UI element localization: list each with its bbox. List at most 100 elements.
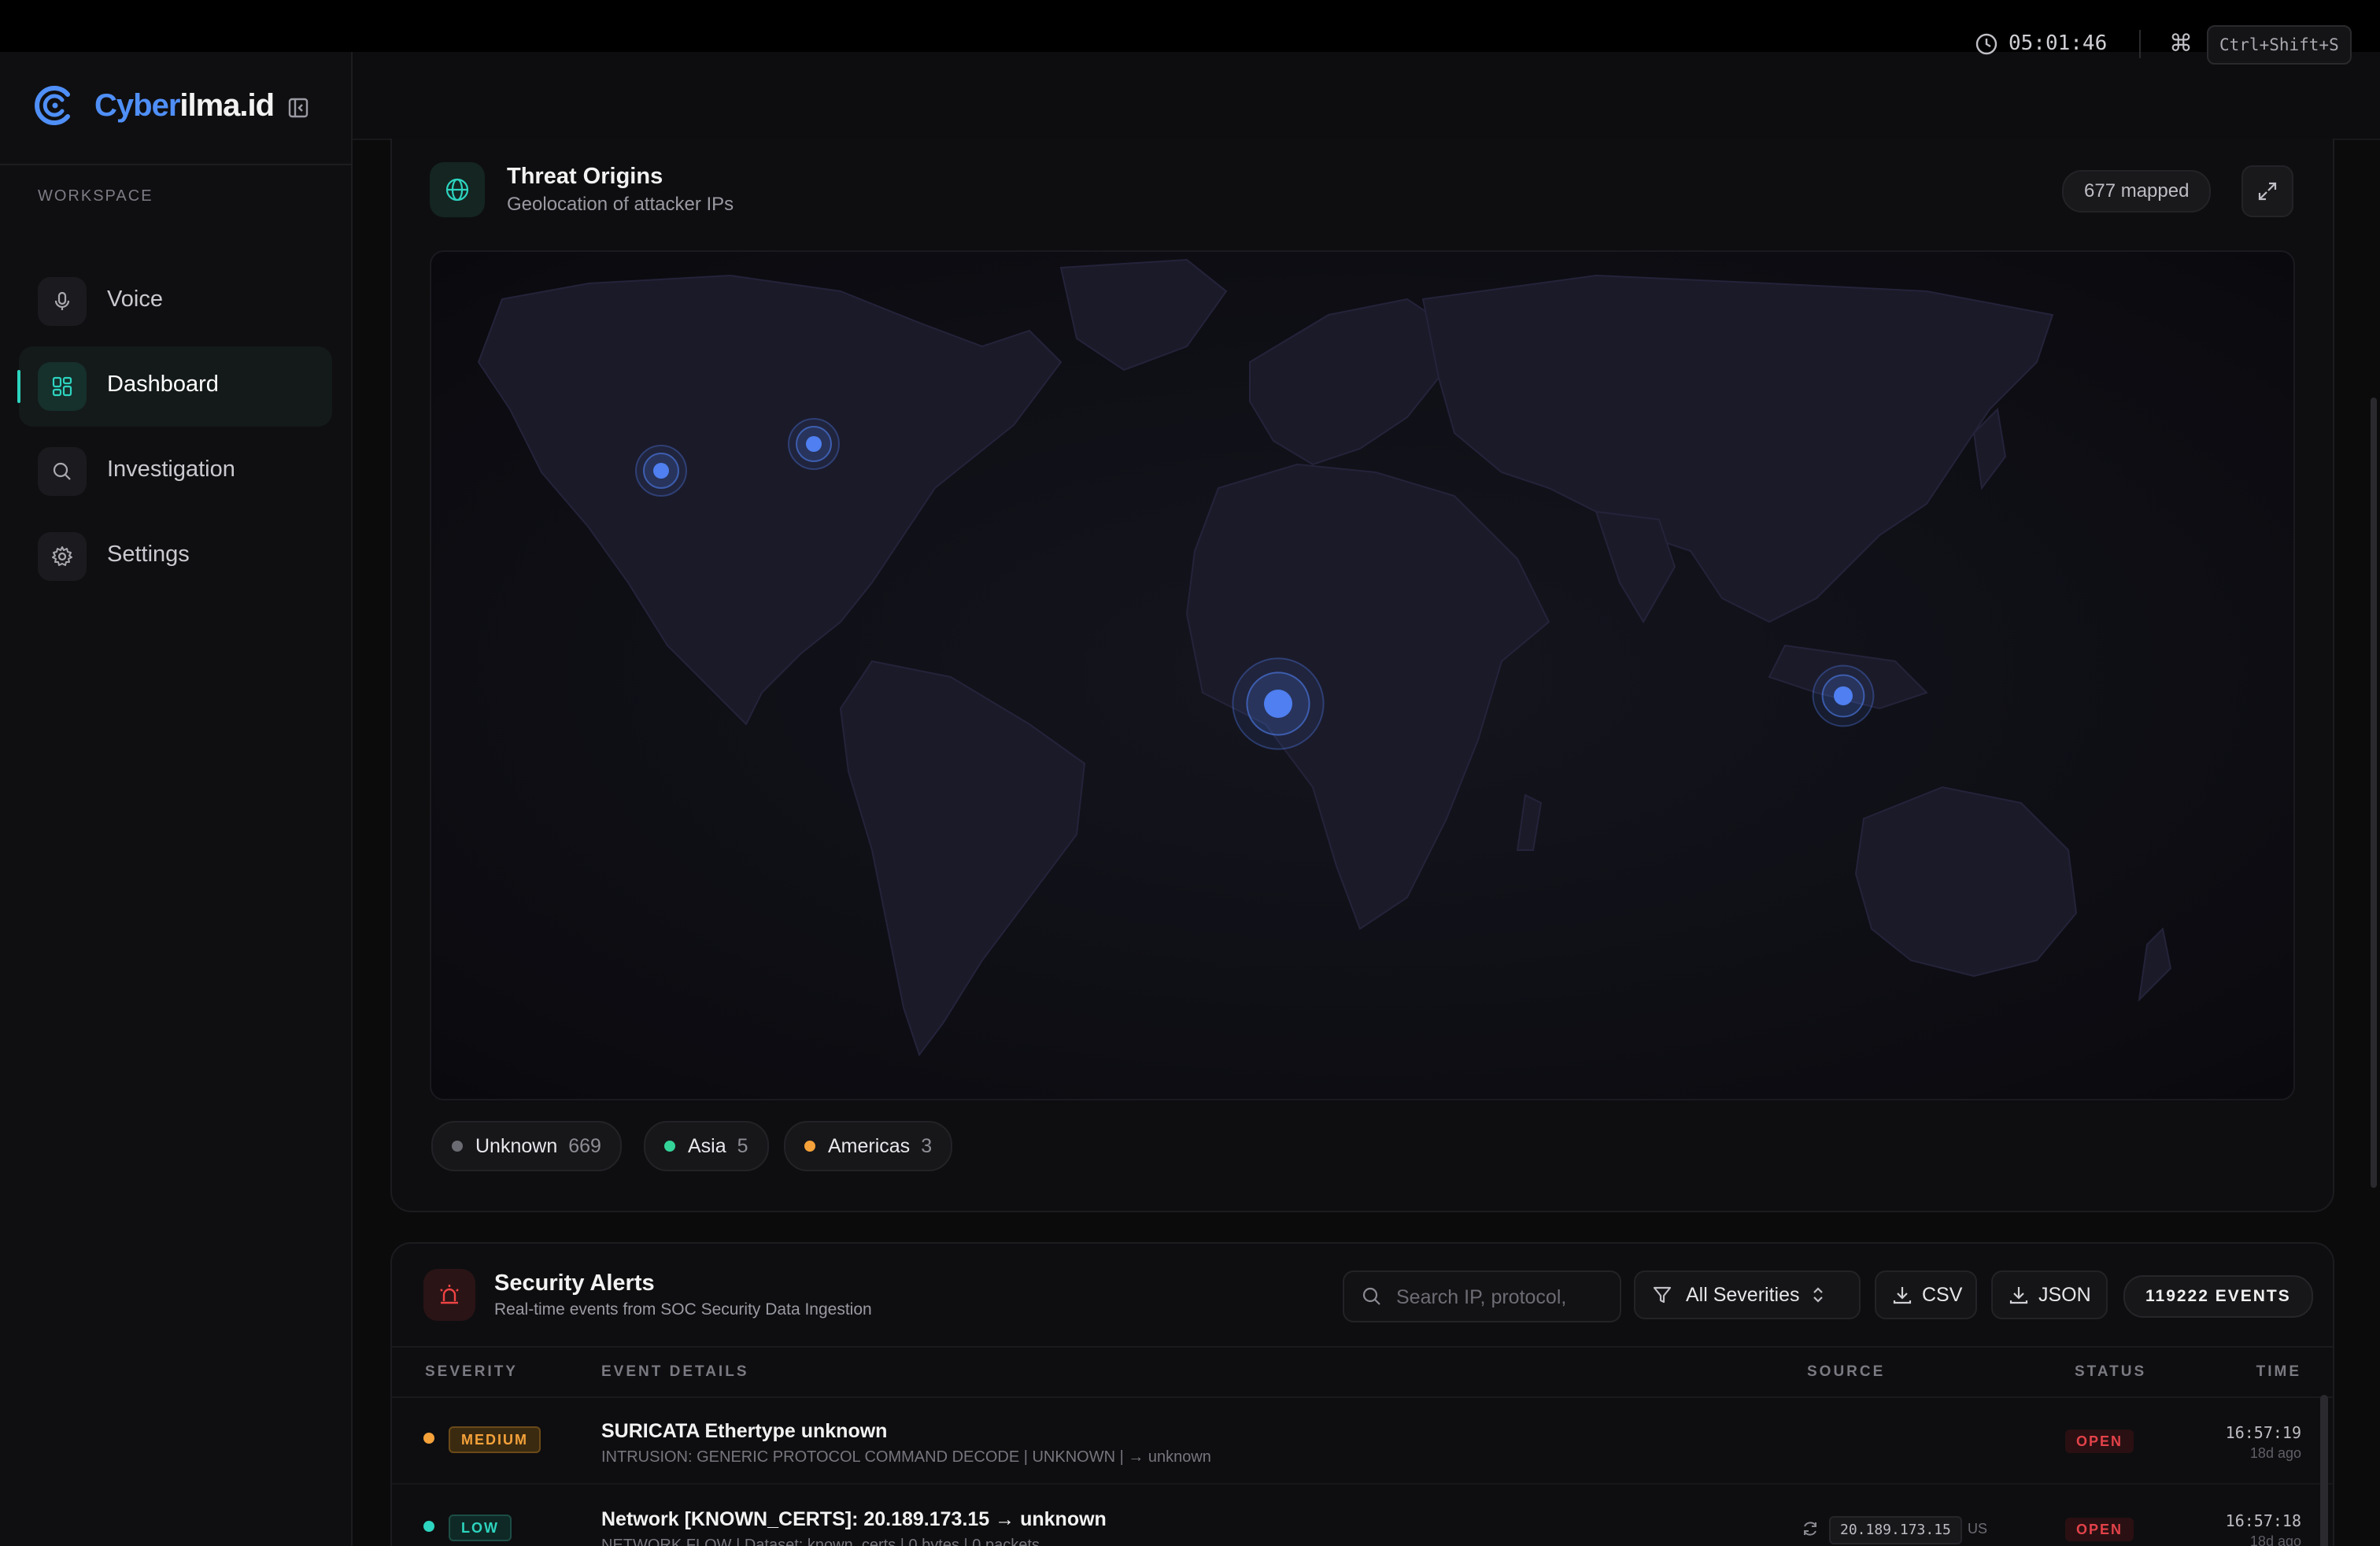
legend-name: Americas [828, 1134, 911, 1157]
event-title: Network [KNOWN_CERTS]: 20.189.173.15 → u… [601, 1508, 1107, 1530]
column-event-details: EVENT DETAILS [601, 1363, 749, 1380]
alert-row[interactable]: LOW Network [KNOWN_CERTS]: 20.189.173.15… [392, 1485, 2333, 1546]
filter-icon [1653, 1286, 1672, 1304]
column-severity: SEVERITY [425, 1363, 518, 1380]
mapped-count-badge: 677 mapped [2062, 170, 2212, 213]
security-alerts-title: Security Alerts [494, 1270, 655, 1296]
event-time-ago: 18d ago [2249, 1533, 2301, 1546]
legend-count: 3 [921, 1134, 933, 1157]
sidebar-item-dashboard[interactable]: Dashboard [17, 346, 332, 427]
event-detail: NETWORK FLOW | Dataset: known_certs | 0 … [601, 1537, 1040, 1546]
security-alerts-card: Security Alerts Real-time events from SO… [390, 1242, 2334, 1546]
sidebar-item-label: Settings [107, 542, 190, 567]
top-header [353, 52, 2380, 140]
mic-icon [38, 277, 87, 326]
legend-count: 5 [737, 1134, 748, 1157]
world-map[interactable] [430, 250, 2295, 1100]
event-time: 16:57:18 [2225, 1511, 2301, 1530]
severity-filter-label: All Severities [1686, 1283, 1800, 1306]
legend-dot [804, 1141, 815, 1152]
event-time: 16:57:19 [2225, 1423, 2301, 1442]
severity-filter-select[interactable]: All Severities [1634, 1270, 1861, 1319]
alert-row[interactable]: MEDIUM SURICATA Ethertype unknown INTRUS… [392, 1396, 2333, 1485]
legend-chip-asia[interactable]: Asia 5 [644, 1121, 769, 1171]
expand-icon [2258, 182, 2277, 201]
legend-count: 669 [568, 1134, 601, 1157]
world-map-graphic [477, 258, 2172, 1057]
sidebar-item-label: Investigation [107, 457, 235, 482]
severity-dot [423, 1433, 434, 1444]
event-time-ago: 18d ago [2249, 1445, 2301, 1461]
alert-search[interactable] [1343, 1270, 1621, 1322]
severity-badge: MEDIUM [449, 1426, 541, 1453]
csv-export-button[interactable]: CSV [1875, 1270, 1977, 1319]
collapse-sidebar-icon[interactable] [288, 98, 309, 118]
workspace-section-label: WORKSPACE [38, 187, 153, 205]
greenland-landmass [1059, 258, 1228, 372]
siren-icon [423, 1269, 475, 1321]
south-america-landmass [839, 660, 1086, 1057]
logo-icon [35, 86, 70, 125]
brand-name-part2: ilma.id [179, 88, 275, 123]
north-america-landmass [477, 274, 1062, 726]
search-icon [1362, 1287, 1380, 1305]
download-icon [2009, 1287, 2028, 1304]
status-badge: OPEN [2065, 1518, 2134, 1541]
sidebar-item-voice[interactable]: Voice [19, 261, 332, 342]
severity-dot [423, 1521, 434, 1532]
sidebar-item-label: Dashboard [107, 372, 219, 397]
command-icon[interactable]: ⌘ [2169, 31, 2194, 57]
column-source: SOURCE [1807, 1363, 1886, 1380]
threat-origins-title: Threat Origins [507, 164, 663, 189]
clock-icon [1975, 33, 1998, 55]
legend-dot [664, 1141, 675, 1152]
header-divider [2139, 30, 2141, 58]
globe-icon [430, 162, 485, 217]
brand-name-part1: Cyber [94, 88, 180, 123]
marker-gulf-of-guinea[interactable] [1232, 657, 1325, 750]
download-icon [1893, 1287, 1912, 1304]
clock-time: 05:01:46 [2009, 31, 2108, 55]
column-status: STATUS [2075, 1363, 2147, 1380]
status-badge: OPEN [2065, 1429, 2134, 1453]
europe-landmass [1249, 298, 1456, 466]
madagascar-landmass [1516, 793, 1543, 851]
sidebar-item-investigation[interactable]: Investigation [19, 431, 332, 512]
chevron-up-down-icon [1813, 1287, 1823, 1303]
threat-origins-subtitle: Geolocation of attacker IPs [507, 194, 734, 215]
active-indicator [17, 370, 20, 403]
json-label: JSON [2038, 1283, 2091, 1306]
event-detail: INTRUSION: GENERIC PROTOCOL COMMAND DECO… [601, 1448, 1211, 1466]
sidebar-item-label: Voice [107, 287, 163, 312]
marker-west-us[interactable] [635, 445, 687, 497]
gear-icon [38, 532, 87, 581]
brand-header: Cyberilma.id [0, 52, 351, 165]
legend-name: Unknown [475, 1134, 558, 1157]
severity-badge: LOW [449, 1515, 512, 1541]
column-time: TIME [2256, 1363, 2301, 1380]
marker-southeast-asia[interactable] [1812, 664, 1875, 727]
expand-map-button[interactable] [2241, 165, 2293, 217]
alerts-table-header: SEVERITY EVENT DETAILS SOURCE STATUS TIM… [392, 1346, 2333, 1398]
source-ip[interactable]: 20.189.173.15 [1829, 1516, 1962, 1544]
source-country: US [1968, 1521, 1988, 1537]
json-export-button[interactable]: JSON [1991, 1270, 2108, 1319]
threat-origins-card: Threat Origins Geolocation of attacker I… [390, 139, 2334, 1212]
sidebar-item-settings[interactable]: Settings [19, 516, 332, 597]
csv-label: CSV [1922, 1283, 1963, 1306]
marker-central-us[interactable] [788, 418, 840, 470]
page-scrollbar[interactable] [2371, 398, 2377, 1188]
legend-chip-americas[interactable]: Americas 3 [784, 1121, 953, 1171]
refresh-icon[interactable] [1801, 1519, 1820, 1538]
legend-chip-unknown[interactable]: Unknown 669 [431, 1121, 622, 1171]
events-count-badge: 119222 EVENTS [2123, 1275, 2313, 1318]
search-input[interactable] [1395, 1272, 1610, 1322]
dashboard-icon [38, 362, 87, 411]
search-icon [38, 447, 87, 496]
legend-dot [452, 1141, 463, 1152]
legend-name: Asia [688, 1134, 726, 1157]
shortcut-hint: Ctrl+Shift+S [2207, 25, 2352, 65]
alerts-scrollbar[interactable] [2320, 1395, 2328, 1546]
australia-landmass [1854, 786, 2078, 978]
brand-name: Cyberilma.id [94, 88, 275, 124]
